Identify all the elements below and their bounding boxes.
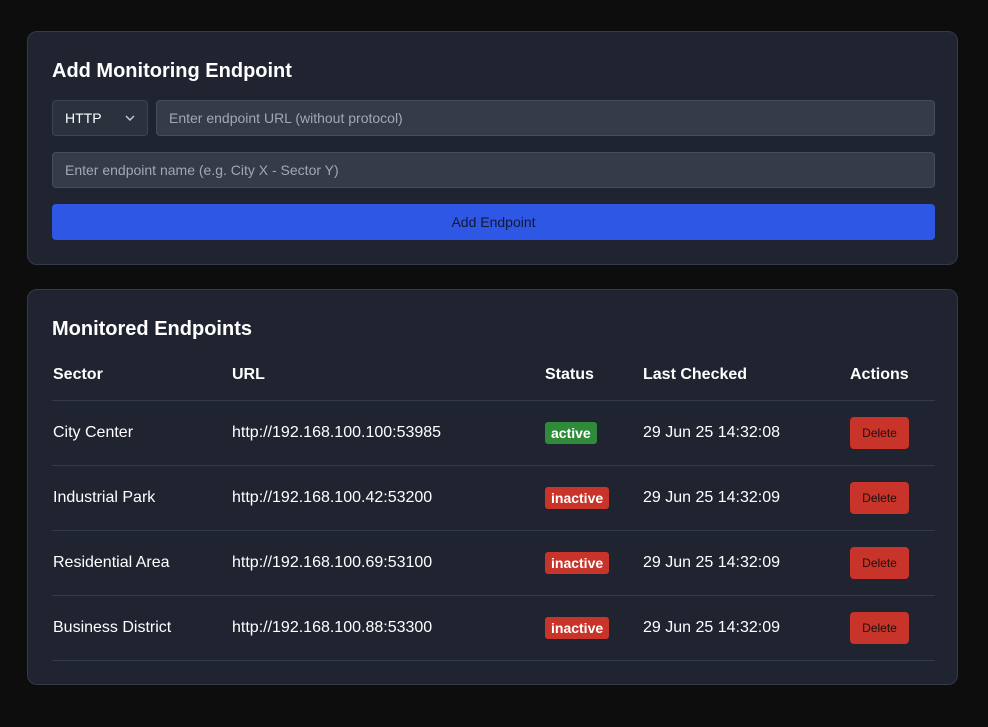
actions-cell: Delete [849, 465, 935, 531]
column-header-url: URL [231, 350, 544, 401]
status-badge: inactive [545, 552, 610, 574]
last-checked-cell: 29 Jun 25 14:32:09 [642, 465, 849, 531]
last-checked-cell: 29 Jun 25 14:32:09 [642, 595, 849, 661]
sector-cell: Residential Area [52, 530, 231, 596]
add-endpoint-title: Add Monitoring Endpoint [52, 60, 292, 82]
table-row: City Center http://192.168.100.100:53985… [52, 400, 935, 466]
sector-cell: City Center [52, 400, 231, 466]
status-badge: inactive [545, 487, 610, 509]
sector-cell: Industrial Park [52, 465, 231, 531]
column-header-sector: Sector [52, 350, 231, 401]
status-cell: inactive [544, 465, 642, 531]
last-checked-cell: 29 Jun 25 14:32:08 [642, 400, 849, 466]
status-cell: inactive [544, 530, 642, 596]
delete-button[interactable]: Delete [850, 612, 909, 644]
url-cell: http://192.168.100.42:53200 [231, 465, 544, 531]
add-endpoint-button[interactable]: Add Endpoint [52, 204, 935, 240]
actions-cell: Delete [849, 530, 935, 596]
url-cell: http://192.168.100.88:53300 [231, 595, 544, 661]
actions-cell: Delete [849, 595, 935, 661]
monitored-endpoints-card: Monitored Endpoints Sector URL Status La… [27, 289, 958, 685]
protocol-value: HTTP [65, 110, 102, 126]
add-endpoint-card: Add Monitoring Endpoint HTTP Add Endpoin… [27, 31, 958, 265]
monitored-endpoints-title: Monitored Endpoints [52, 318, 252, 340]
table-row: Business District http://192.168.100.88:… [52, 595, 935, 661]
status-badge: inactive [545, 617, 610, 639]
status-cell: inactive [544, 595, 642, 661]
delete-button[interactable]: Delete [850, 417, 909, 449]
endpoint-name-input[interactable] [52, 152, 935, 188]
table-row: Industrial Park http://192.168.100.42:53… [52, 465, 935, 531]
delete-button[interactable]: Delete [850, 547, 909, 579]
column-header-last-checked: Last Checked [642, 350, 849, 401]
column-header-status: Status [544, 350, 642, 401]
status-badge: active [545, 422, 597, 444]
url-cell: http://192.168.100.69:53100 [231, 530, 544, 596]
protocol-select[interactable]: HTTP [52, 100, 148, 136]
last-checked-cell: 29 Jun 25 14:32:09 [642, 530, 849, 596]
table-header-row: Sector URL Status Last Checked Actions [52, 350, 935, 401]
status-cell: active [544, 400, 642, 466]
endpoint-url-input[interactable] [156, 100, 935, 136]
sector-cell: Business District [52, 595, 231, 661]
chevron-down-icon [125, 115, 135, 121]
endpoints-table: Sector URL Status Last Checked Actions C… [52, 350, 935, 661]
table-row: Residential Area http://192.168.100.69:5… [52, 530, 935, 596]
url-cell: http://192.168.100.100:53985 [231, 400, 544, 466]
delete-button[interactable]: Delete [850, 482, 909, 514]
column-header-actions: Actions [849, 350, 935, 401]
actions-cell: Delete [849, 400, 935, 466]
